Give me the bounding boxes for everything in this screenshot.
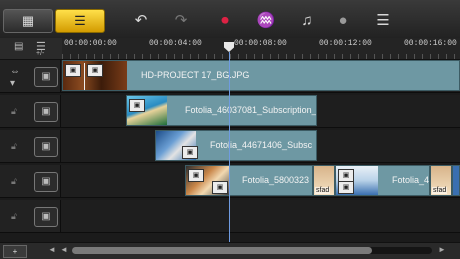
track-manager-icon[interactable]: ▤ [14, 41, 23, 52]
subtitle-editor-button[interactable]: ☰ [370, 9, 396, 31]
split-marker [84, 63, 85, 90]
video-track: ⇔ ▾ ▣ ▣ ▣ HD-PROJECT 17_BG.JPG [0, 60, 460, 93]
chevron-down-icon[interactable]: ▾ [10, 78, 15, 89]
photo-badge-icon: ▣ [65, 64, 81, 77]
overlay-track-4: 🔓︎ ▣ [0, 200, 460, 233]
track-header: 🔓︎ ▣ [0, 130, 61, 162]
timecode-label: 00:00:08:00 [234, 39, 287, 48]
sound-mixer-icon: ♒ [256, 12, 276, 29]
record-capture-icon: ⏺ [221, 11, 229, 29]
subtitle-editor-icon: ☰ [376, 12, 390, 29]
timeline-view-button[interactable]: ☰ [55, 9, 105, 33]
track-header: 🔓︎ ▣ [0, 200, 61, 232]
timeline-toolbar: ▦ ☰ ↶ ↷ ⏺ ♒ ♫ ● ☰ [0, 0, 460, 39]
lock-icon[interactable]: 🔓︎ [11, 176, 17, 187]
photo-badge-icon: ▣ [212, 181, 228, 194]
overlay-clip[interactable]: ▣ ▣ Fotolia_5800323 [185, 165, 313, 196]
overlay-track-icon[interactable]: ▣ [34, 102, 58, 122]
overlay-clip[interactable]: ▣ ▣ Fotolia_4 [335, 165, 430, 196]
horizontal-scrollbar[interactable] [72, 247, 432, 254]
scroll-left-icon[interactable]: ◄ [48, 245, 56, 254]
overlay-clip[interactable]: sfad [313, 165, 335, 196]
overlay-track-icon[interactable]: ▣ [34, 137, 58, 157]
lock-icon[interactable]: 🔓︎ [11, 106, 17, 117]
clip-label: Fotolia_4 [392, 175, 430, 185]
auto-music-button[interactable]: ♫ [294, 9, 320, 31]
clip-label: sfad [315, 187, 331, 194]
add-track-button[interactable]: + [3, 245, 27, 258]
storyboard-view-button[interactable]: ▦ [3, 9, 53, 33]
track-header: ⇔ ▾ ▣ [0, 60, 61, 92]
record-capture-button[interactable]: ⏺ [212, 9, 238, 31]
timecode-label: 00:00:00:00 [64, 39, 117, 48]
undo-icon: ↶ [134, 12, 148, 29]
overlay-clip[interactable] [452, 165, 460, 196]
timecode-label: 00:00:12:00 [319, 39, 372, 48]
auto-music-icon: ♫ [301, 11, 313, 29]
fit-project-icon[interactable]: +/- [36, 50, 44, 57]
timeline-ruler[interactable]: 00:00:00:00 00:00:04:00 00:00:08:00 00:0… [62, 38, 460, 59]
overlay-track-1: 🔓︎ ▣ ▣ Fotolia_46037081_Subscription_ [0, 95, 460, 128]
undo-button[interactable]: ↶ [128, 9, 154, 31]
timeline-bottom-bar: + ◄ ◄ ► [0, 242, 460, 259]
lock-icon[interactable]: 🔓︎ [11, 141, 17, 152]
sound-mixer-button[interactable]: ♒ [253, 9, 279, 31]
overlay-track-3: 🔓︎ ▣ ▣ ▣ Fotolia_5800323 sfad ▣ ▣ Fotoli… [0, 165, 460, 198]
overlay-track-icon[interactable]: ▣ [34, 207, 58, 227]
video-clip[interactable]: ▣ ▣ HD-PROJECT 17_BG.JPG [62, 60, 460, 91]
track-header: 🔓︎ ▣ [0, 95, 61, 127]
clip-label: HD-PROJECT 17_BG.JPG [141, 70, 250, 80]
overlay-clip[interactable]: ▣ Fotolia_44671406_Subsc [155, 130, 317, 161]
lock-icon[interactable]: 🔓︎ [11, 211, 17, 222]
overlay-clip[interactable]: ▣ Fotolia_46037081_Subscription_ [126, 95, 317, 126]
track-manager-area: ▤ ☰ +/- [0, 38, 60, 59]
ripple-edit-icon[interactable]: ⇔ [10, 66, 20, 77]
track-header: 🔓︎ ▣ [0, 165, 61, 197]
timecode-label: 00:00:16:00 [404, 39, 457, 48]
timecode-label: 00:00:04:00 [149, 39, 202, 48]
overlay-track-icon[interactable]: ▣ [34, 172, 58, 192]
motion-tracking-button[interactable]: ● [330, 9, 356, 31]
playhead-line [229, 52, 230, 242]
scroll-left-icon[interactable]: ◄ [60, 245, 68, 254]
photo-badge-icon: ▣ [87, 64, 103, 77]
photo-badge-icon: ▣ [338, 181, 354, 194]
scroll-right-icon[interactable]: ► [438, 245, 446, 254]
photo-badge-icon: ▣ [182, 146, 198, 159]
clip-label: Fotolia_44671406_Subsc [210, 140, 313, 150]
clip-label: Fotolia_46037081_Subscription_ [185, 105, 317, 115]
clip-label: sfad [432, 187, 448, 194]
motion-tracking-icon: ● [338, 11, 348, 29]
overlay-clip[interactable]: sfad [430, 165, 452, 196]
photo-badge-icon: ▣ [188, 169, 204, 182]
timeline-view-icon: ☰ [74, 13, 86, 28]
redo-button[interactable]: ↷ [168, 9, 194, 31]
scrollbar-thumb[interactable] [72, 247, 372, 254]
overlay-track-2: 🔓︎ ▣ ▣ Fotolia_44671406_Subsc [0, 130, 460, 163]
video-track-icon[interactable]: ▣ [34, 67, 58, 87]
film-strip-icon: ▦ [21, 13, 35, 28]
photo-badge-icon: ▣ [129, 99, 145, 112]
clip-label: Fotolia_5800323 [242, 175, 310, 185]
redo-icon: ↷ [174, 12, 188, 29]
